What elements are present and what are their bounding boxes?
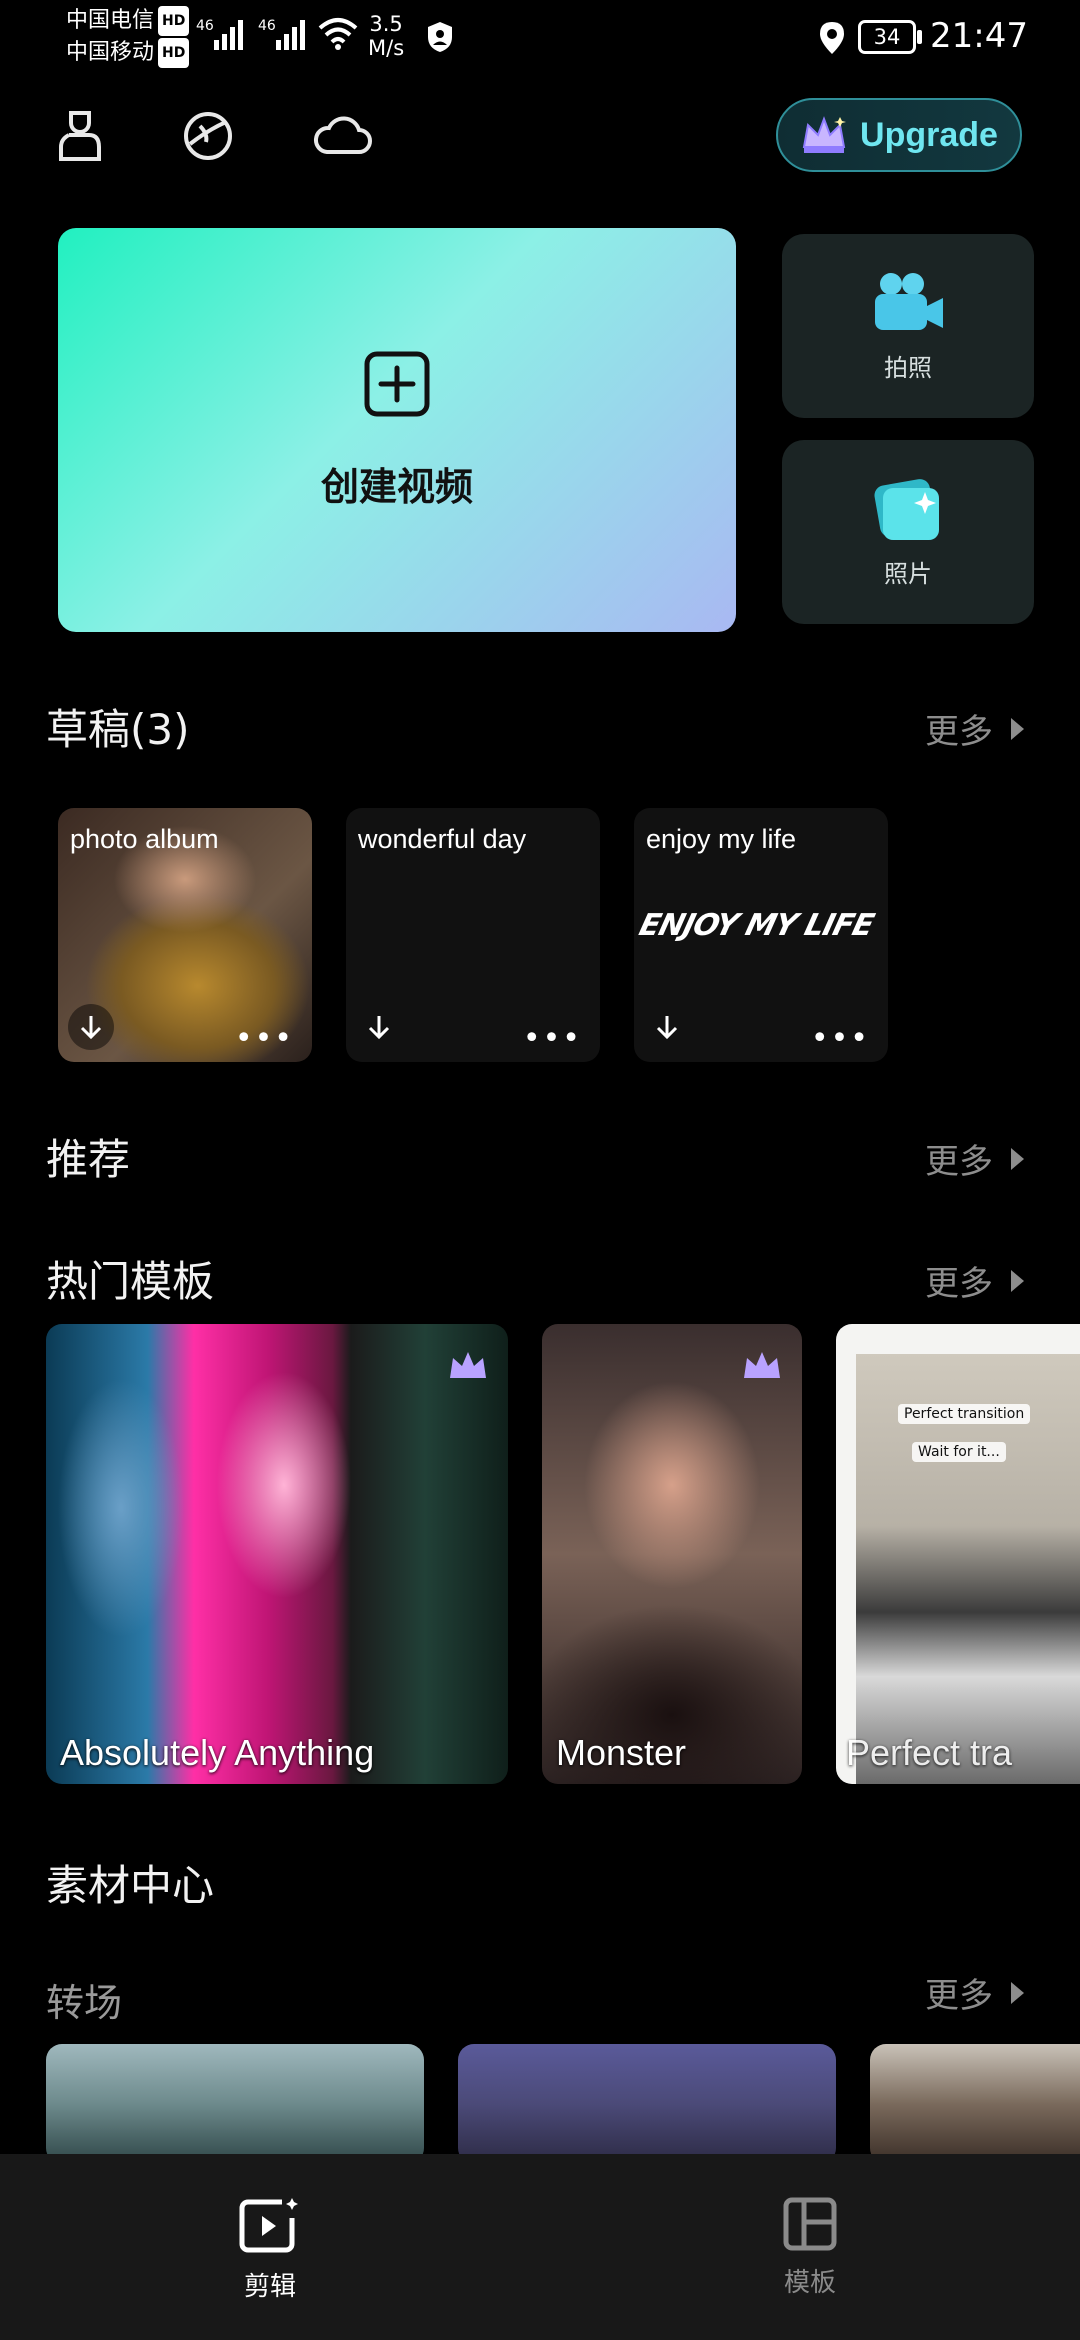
template-card-monster[interactable]: Monster: [542, 1324, 802, 1784]
premium-crown-icon: [450, 1352, 486, 1378]
template-thumbnail: [46, 1324, 196, 1784]
template-thumbnail: [196, 1324, 356, 1784]
photo-button[interactable]: 照片: [782, 440, 1034, 624]
recommend-more-button[interactable]: 更多: [925, 1134, 1024, 1183]
transition-card-1[interactable]: [46, 2044, 424, 2164]
battery-level: 34: [873, 25, 901, 49]
more-options-icon[interactable]: •••: [235, 1024, 294, 1054]
camera-label: 拍照: [884, 353, 932, 382]
tab-edit[interactable]: 剪辑: [190, 2196, 350, 2303]
recommend-more-label: 更多: [925, 1142, 993, 1182]
draft-card-wonderful-day[interactable]: wonderful day •••: [346, 808, 600, 1062]
hot-templates-more-button[interactable]: 更多: [925, 1256, 1024, 1305]
clock: 21:47: [930, 16, 1028, 56]
draft-name: wonderful day: [358, 824, 527, 854]
arrow-down-icon: [368, 1016, 390, 1040]
planet-icon: [184, 112, 232, 160]
template-card-perfect-transition[interactable]: Perfect transition Wait for it... Perfec…: [836, 1324, 1080, 1784]
video-edit-icon: [239, 2198, 298, 2253]
hd-badge-1: HD: [158, 6, 190, 36]
user-icon: [59, 111, 101, 161]
speed-value: 3.5: [369, 12, 403, 36]
chevron-right-icon: [1011, 1981, 1024, 2004]
tab-templates-label: 模板: [783, 2268, 836, 2298]
drafts-more-button[interactable]: 更多: [925, 704, 1024, 753]
template-overlay-text: Wait for it...: [912, 1442, 1006, 1462]
discover-button[interactable]: [172, 100, 244, 172]
cloud-icon: [314, 116, 372, 154]
signal-icon-1: [214, 20, 243, 50]
carrier-1: 中国电信 HD: [66, 6, 190, 36]
add-icon: [364, 351, 430, 416]
carrier-2: 中国移动 HD: [66, 38, 190, 68]
upgrade-label: Upgrade: [860, 115, 998, 154]
chevron-right-icon: [1011, 717, 1024, 740]
upgrade-button[interactable]: Upgrade: [776, 98, 1022, 172]
transitions-more-label: 更多: [925, 1976, 993, 2016]
draft-card-photo-album[interactable]: photo album •••: [58, 808, 312, 1062]
carrier-2-label: 中国移动: [66, 40, 155, 65]
tab-edit-label: 剪辑: [243, 2272, 296, 2302]
create-video-button[interactable]: 创建视频: [58, 228, 736, 632]
hot-templates-more-label: 更多: [925, 1264, 993, 1304]
template-overlay-text: Perfect transition: [898, 1404, 1031, 1424]
download-button[interactable]: [356, 1004, 402, 1050]
network-speed: 3.5 M/s: [368, 12, 404, 60]
camera-button[interactable]: 拍照: [782, 234, 1034, 418]
arrow-down-icon: [80, 1016, 102, 1040]
draft-name: enjoy my life: [646, 824, 797, 854]
profile-button[interactable]: [44, 100, 116, 172]
transition-card-2[interactable]: [458, 2044, 836, 2164]
chevron-right-icon: [1011, 1147, 1024, 1170]
tab-templates[interactable]: 模板: [730, 2196, 890, 2299]
download-button[interactable]: [68, 1004, 114, 1050]
signal-icon-2: [276, 20, 305, 50]
create-video-label: 创建视频: [320, 464, 473, 509]
vpn-shield-icon: [428, 22, 452, 52]
transitions-more-button[interactable]: 更多: [925, 1968, 1024, 2017]
bottom-nav: [0, 2154, 1080, 2340]
download-button[interactable]: [644, 1004, 690, 1050]
carrier-1-label: 中国电信: [66, 8, 155, 33]
photo-icon: [874, 478, 939, 540]
more-options-icon[interactable]: •••: [811, 1024, 870, 1054]
chevron-right-icon: [1011, 1269, 1024, 1292]
location-icon: [820, 22, 844, 54]
arrow-down-icon: [656, 1016, 678, 1040]
template-card-absolutely-anything[interactable]: Absolutely Anything: [46, 1324, 508, 1784]
template-name: Monster: [556, 1732, 687, 1773]
template-layout-icon: [783, 2197, 837, 2251]
draft-card-enjoy-my-life[interactable]: enjoy my life ENJOY MY LIFE •••: [634, 808, 888, 1062]
hot-templates-title: 热门模板: [46, 1257, 215, 1306]
network-type-2: 46: [258, 18, 276, 34]
cloud-button[interactable]: [306, 100, 378, 172]
drafts-more-label: 更多: [925, 712, 993, 752]
more-options-icon[interactable]: •••: [523, 1024, 582, 1054]
draft-name: photo album: [70, 824, 219, 854]
photo-label: 照片: [884, 559, 932, 588]
transitions-title: 转场: [46, 1981, 123, 2025]
battery-tip: [917, 30, 922, 44]
status-bar: 中国电信 HD 中国移动 HD 46 46 3.5 M/s 34 21:47: [0, 0, 1080, 80]
transition-card-3[interactable]: [870, 2044, 1080, 2164]
crown-icon: [802, 116, 847, 153]
video-camera-icon: [875, 272, 943, 330]
template-name: Absolutely Anything: [60, 1732, 375, 1773]
hd-badge-2: HD: [158, 38, 190, 68]
battery-icon: 34: [858, 20, 916, 54]
wifi-icon: [318, 18, 358, 50]
drafts-title: 草稿(3): [46, 705, 190, 754]
materials-title: 素材中心: [46, 1861, 215, 1910]
template-name: Perfect tra: [846, 1732, 1013, 1773]
network-type-1: 46: [196, 18, 214, 34]
premium-crown-icon: [744, 1352, 780, 1378]
draft-art-text: ENJOY MY LIFE: [635, 908, 877, 943]
speed-unit: M/s: [368, 36, 405, 60]
recommend-title: 推荐: [46, 1135, 131, 1184]
